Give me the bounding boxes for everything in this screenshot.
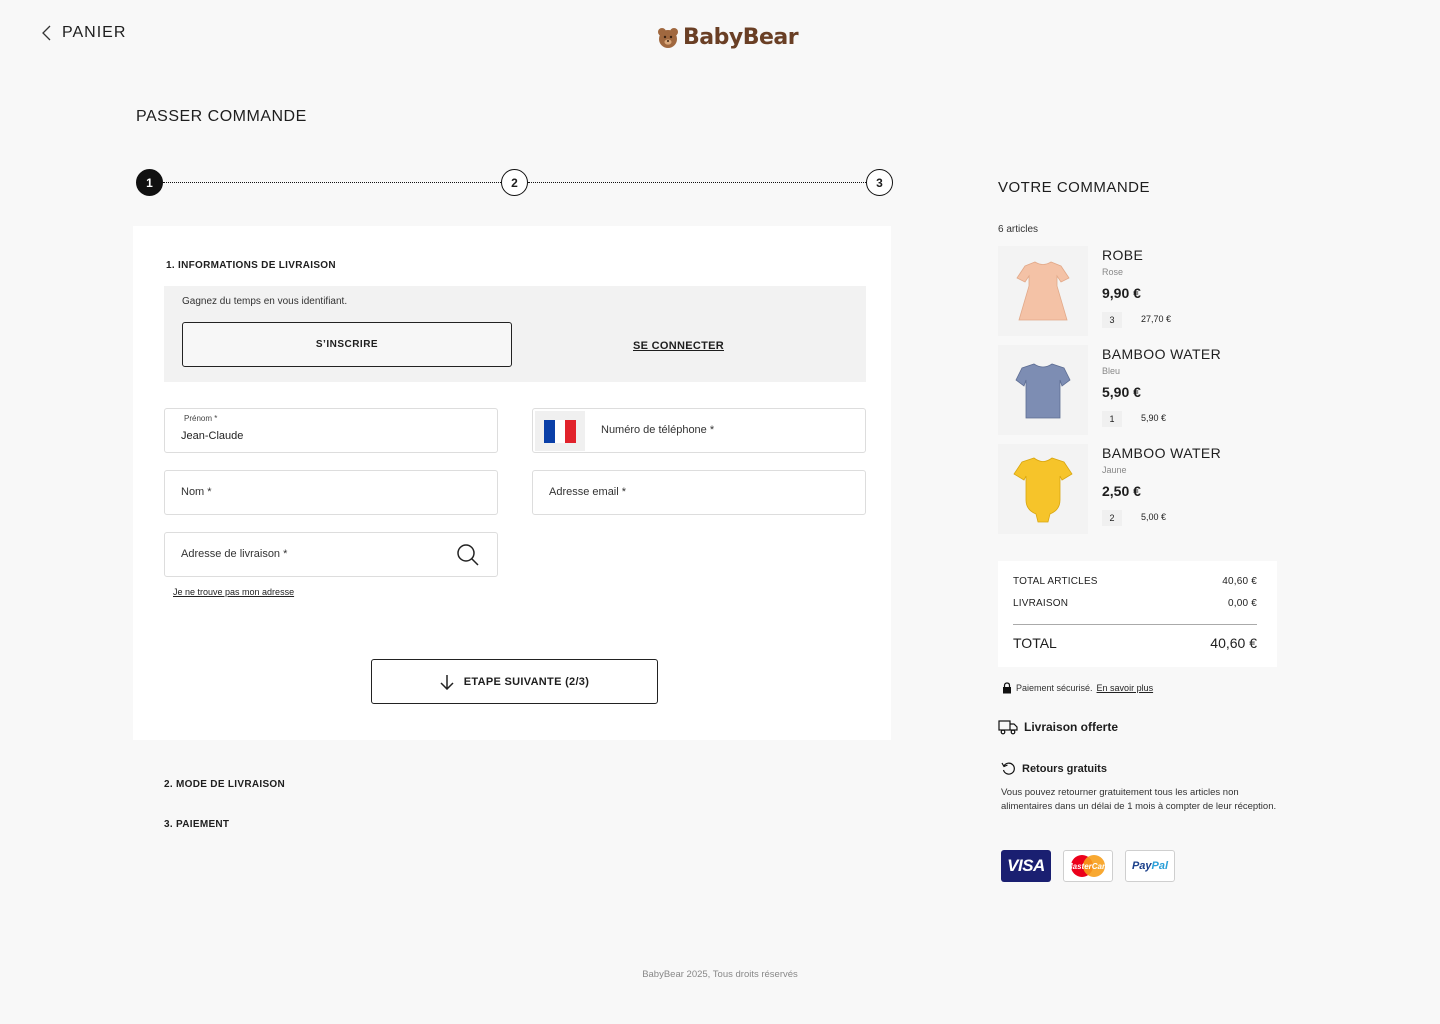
mastercard-logo: MasterCard — [1063, 850, 1113, 882]
free-returns: Retours gratuits — [1001, 761, 1107, 776]
item-color: Bleu — [1102, 366, 1121, 376]
item-quantity[interactable]: 3 — [1102, 312, 1122, 328]
item-quantity[interactable]: 1 — [1102, 411, 1122, 427]
lastname-placeholder: Nom * — [181, 486, 212, 498]
bodysuit-icon — [1013, 457, 1073, 523]
item-total: 5,00 € — [1141, 512, 1167, 522]
item-quantity[interactable]: 2 — [1102, 510, 1122, 526]
checkout-stepper: 1 2 3 — [136, 169, 894, 196]
next-step-button[interactable]: ETAPE SUIVANTE (2/3) — [371, 659, 658, 704]
totals-divider — [1013, 624, 1257, 625]
stepper-line — [163, 182, 501, 183]
address-field[interactable]: Adresse de livraison * — [164, 532, 498, 577]
phone-field[interactable]: Numéro de téléphone * — [532, 408, 866, 453]
step-3[interactable]: 3 — [866, 169, 893, 196]
register-button[interactable]: S’INSCRIRE — [182, 322, 512, 367]
shipping-row: LIVRAISON 0,00 € — [1013, 598, 1257, 609]
shipping-value: 0,00 € — [1227, 598, 1257, 609]
order-item: ROBE Rose 9,90 € 3 27,70 € — [998, 246, 1288, 338]
bear-icon — [658, 27, 678, 48]
order-item-count: 6 articles — [998, 224, 1039, 235]
section-delivery-mode[interactable]: 2. MODE DE LIVRAISON — [164, 779, 285, 790]
stepper-line — [528, 182, 866, 183]
section-payment[interactable]: 3. PAIEMENT — [164, 819, 229, 830]
mastercard-text: MasterCard — [1066, 862, 1111, 871]
login-hint: Gagnez du temps en vous identifiant. — [182, 296, 348, 307]
arrow-down-icon — [440, 674, 454, 690]
grand-total-label: TOTAL — [1013, 635, 1057, 651]
grand-total-value: 40,60 € — [1210, 635, 1257, 651]
flag-stripe — [554, 419, 566, 443]
dress-icon — [1016, 261, 1070, 321]
step-1[interactable]: 1 — [136, 169, 163, 196]
total-articles-row: TOTAL ARTICLES 40,60 € — [1013, 576, 1257, 587]
paypal-logo: Pay Pal — [1125, 850, 1175, 882]
item-price: 5,90 € — [1102, 384, 1141, 400]
free-delivery: Livraison offerte — [998, 719, 1118, 735]
country-selector[interactable] — [535, 411, 585, 451]
search-icon[interactable] — [456, 543, 480, 567]
item-name: BAMBOO WATER — [1102, 346, 1222, 362]
product-image[interactable] — [998, 246, 1088, 336]
step-2[interactable]: 2 — [501, 169, 528, 196]
grand-total-row: TOTAL 40,60 € — [1013, 635, 1257, 651]
footer-copyright: BabyBear 2025, Tous droits réservés — [642, 969, 798, 980]
mastercard-icon: MasterCard — [1066, 855, 1111, 877]
email-field[interactable]: Adresse email * — [532, 470, 866, 515]
item-name: BAMBOO WATER — [1102, 445, 1222, 461]
page-title: PASSER COMMANDE — [136, 108, 307, 125]
back-label: PANIER — [62, 24, 127, 41]
order-item: BAMBOO WATER Bleu 5,90 € 1 5,90 € — [998, 345, 1288, 437]
total-articles-label: TOTAL ARTICLES — [1013, 576, 1098, 587]
order-totals: TOTAL ARTICLES 40,60 € LIVRAISON 0,00 € … — [998, 561, 1277, 667]
lastname-field[interactable]: Nom * — [164, 470, 498, 515]
item-color: Jaune — [1102, 465, 1127, 475]
return-arrow-icon — [1001, 762, 1015, 775]
truck-icon — [998, 720, 1018, 735]
order-item: BAMBOO WATER Jaune 2,50 € 2 5,00 € — [998, 444, 1288, 536]
logo-text: BabyBear — [683, 25, 799, 50]
flag-stripe — [544, 419, 555, 443]
shipping-label: LIVRAISON — [1013, 598, 1069, 609]
item-total: 5,90 € — [1141, 413, 1167, 423]
flag-stripe — [565, 419, 577, 443]
france-flag-icon — [544, 419, 577, 443]
email-placeholder: Adresse email * — [549, 486, 627, 498]
logo[interactable]: BabyBear — [657, 25, 799, 50]
total-articles-value: 40,60 € — [1222, 576, 1257, 587]
learn-more-link[interactable]: En savoir plus — [1097, 683, 1154, 693]
item-price: 2,50 € — [1102, 483, 1141, 499]
visa-logo: VISA — [1001, 850, 1051, 882]
item-price: 9,90 € — [1102, 285, 1141, 301]
product-image[interactable] — [998, 345, 1088, 435]
phone-placeholder: Numéro de téléphone * — [601, 424, 715, 436]
free-returns-text: Vous pouvez retourner gratuitement tous … — [1001, 787, 1277, 812]
secure-payment-note: Paiement sécurisé. En savoir plus — [1002, 682, 1153, 694]
firstname-label: Prénom * — [184, 414, 218, 423]
lock-icon — [1003, 682, 1011, 694]
order-summary-title: VOTRE COMMANDE — [998, 179, 1151, 196]
login-link[interactable]: SE CONNECTER — [633, 340, 724, 352]
item-color: Rose — [1102, 267, 1124, 277]
address-not-found-link[interactable]: Je ne trouve pas mon adresse — [173, 587, 294, 597]
chevron-left-icon — [42, 25, 51, 41]
section-shipping-info-title: 1. INFORMATIONS DE LIVRAISON — [166, 260, 336, 271]
item-total: 27,70 € — [1141, 314, 1172, 324]
blouse-icon — [1015, 363, 1071, 419]
item-name: ROBE — [1102, 247, 1144, 263]
free-returns-title: Retours gratuits — [1022, 762, 1107, 775]
address-placeholder: Adresse de livraison * — [181, 548, 288, 560]
firstname-value: Jean-Claude — [181, 430, 244, 442]
product-image[interactable] — [998, 444, 1088, 534]
firstname-field[interactable]: Prénom * Jean-Claude — [164, 408, 498, 453]
back-to-cart-link[interactable]: PANIER — [40, 24, 126, 42]
next-step-label: ETAPE SUIVANTE (2/3) — [463, 675, 590, 688]
secure-payment-text: Paiement sécurisé. — [1016, 683, 1093, 693]
paypal-text-b: Pal — [1151, 860, 1169, 872]
free-delivery-text: Livraison offerte — [1024, 720, 1119, 734]
paypal-text-a: Pay — [1131, 860, 1152, 872]
